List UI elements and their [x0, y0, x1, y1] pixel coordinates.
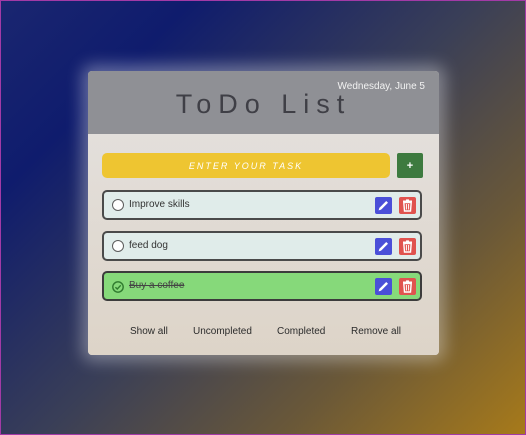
add-task-button[interactable]: + [397, 153, 423, 178]
filter-completed-button[interactable]: Completed [277, 326, 325, 337]
remove-all-button[interactable]: Remove all [351, 326, 401, 337]
task-label: feed dog [129, 240, 168, 251]
trash-icon[interactable] [399, 278, 416, 295]
todo-card: Wednesday, June 5 ToDo List + Improve sk… [88, 71, 439, 355]
task-item: feed dog [102, 231, 422, 261]
trash-icon[interactable] [399, 238, 416, 255]
task-input[interactable] [102, 153, 390, 178]
task-label: Buy a coffee [129, 280, 185, 291]
page-title: ToDo List [175, 89, 352, 119]
edit-pencil-icon[interactable] [375, 197, 392, 214]
circle-checkbox-icon[interactable] [112, 240, 124, 252]
edit-pencil-icon[interactable] [375, 278, 392, 295]
check-circle-icon[interactable] [112, 280, 124, 293]
filter-bar: Show all Uncompleted Completed Remove al… [88, 321, 439, 341]
edit-pencil-icon[interactable] [375, 238, 392, 255]
filter-uncompleted-button[interactable]: Uncompleted [193, 326, 252, 337]
header: Wednesday, June 5 ToDo List [88, 71, 439, 134]
filter-show-all-button[interactable]: Show all [130, 326, 168, 337]
circle-checkbox-icon[interactable] [112, 199, 124, 211]
trash-icon[interactable] [399, 197, 416, 214]
task-item-completed: Buy a coffee [102, 271, 422, 301]
task-item: Improve skills [102, 190, 422, 220]
task-label: Improve skills [129, 199, 190, 210]
